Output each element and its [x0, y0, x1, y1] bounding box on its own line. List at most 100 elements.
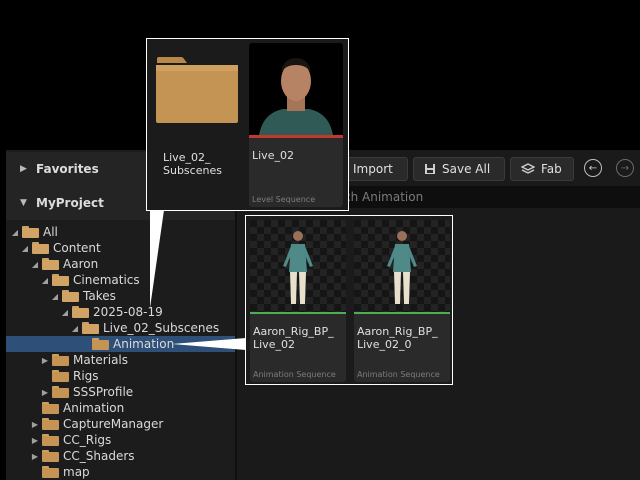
animation-type-bar	[354, 312, 450, 314]
fab-button[interactable]: Fab	[510, 157, 574, 181]
save-all-label: Save All	[442, 162, 491, 176]
tree-item-label: Takes	[83, 289, 116, 303]
chevron-down-icon[interactable]: ◢	[50, 292, 60, 301]
chevron-down-icon[interactable]: ◢	[60, 308, 70, 317]
folder-icon	[32, 242, 49, 254]
history-forward-button[interactable]: →	[616, 159, 634, 177]
save-icon	[425, 164, 435, 174]
tree-item-label: Content	[53, 241, 101, 255]
save-all-button[interactable]: Save All	[413, 157, 505, 181]
asset-tile-name-line1: Aaron_Rig_BP_	[357, 325, 438, 338]
asset-tile-live-02[interactable]: Live_02 Level Sequence	[249, 43, 343, 207]
folder-icon	[42, 466, 59, 478]
chevron-down-icon[interactable]: ◢	[40, 276, 50, 285]
folder-icon	[82, 322, 99, 334]
tree-item[interactable]: Rigs	[6, 368, 235, 384]
chevron-down-icon: ▼	[20, 198, 27, 208]
history-back-button[interactable]: ←	[584, 159, 602, 177]
tree-item[interactable]: ◢ Aaron	[6, 256, 235, 272]
project-label: MyProject	[36, 196, 104, 210]
chevron-right-icon[interactable]: ▶	[30, 452, 40, 461]
folder-icon	[62, 290, 79, 302]
tree-item[interactable]: ▶ SSSProfile	[6, 384, 235, 400]
folder-icon	[42, 418, 59, 430]
tree-item[interactable]: ▶ CC_Shaders	[6, 448, 235, 464]
folder-icon	[92, 338, 109, 350]
animation-thumbnail	[354, 220, 450, 312]
tree-item[interactable]: ◢ Content	[6, 240, 235, 256]
asset-tile-name: Aaron_Rig_BP_ Live_02	[253, 325, 334, 351]
asset-tile-name: Live_02	[252, 149, 294, 162]
chevron-down-icon[interactable]: ◢	[10, 228, 20, 237]
asset-tile-type: Animation Sequence	[253, 370, 336, 379]
arrow-left-icon: ←	[588, 162, 598, 174]
folder-icon	[22, 226, 39, 238]
tree-item-label: CC_Shaders	[63, 449, 135, 463]
tree-item-label: CC_Rigs	[63, 433, 112, 447]
tree-item[interactable]: map	[6, 464, 235, 480]
chevron-down-icon[interactable]: ◢	[30, 260, 40, 269]
tree-item[interactable]: ◢ All	[6, 224, 235, 240]
tree-item-label: Rigs	[73, 369, 99, 383]
fab-label: Fab	[541, 162, 562, 176]
tree-item[interactable]: ▶ CC_Rigs	[6, 432, 235, 448]
search-placeholder: ch Animation	[344, 190, 424, 204]
chevron-right-icon: ▶	[20, 164, 27, 174]
folder-preview-popup: Live_02_ Subscenes Live_02 Level Sequenc…	[146, 38, 349, 211]
folder-tree: ◢ All ◢ Content ◢ Aaron ◢ Cinematics ◢ Takes ◢ 2025…	[6, 222, 235, 480]
tree-item-label: CaptureManager	[63, 417, 164, 431]
asset-tile-name-line2: Live_02_0	[357, 338, 412, 351]
folder-tile-name-line1: Live_02_	[163, 151, 211, 164]
level-sequence-thumbnail	[249, 43, 343, 135]
asset-tile-type: Level Sequence	[252, 195, 316, 204]
asset-tile-name: Aaron_Rig_BP_ Live_02_0	[357, 325, 438, 351]
asset-tile-type: Animation Sequence	[357, 370, 440, 379]
tree-item-label: Live_02_Subscenes	[103, 321, 220, 335]
animation-thumbnail	[250, 220, 346, 312]
folder-icon	[52, 370, 69, 382]
character-figure-icon	[387, 231, 417, 304]
chevron-down-icon[interactable]: ◢	[70, 324, 80, 333]
asset-tile-aaron-rig-bp-live-02[interactable]: Aaron_Rig_BP_ Live_02 Animation Sequence	[250, 220, 346, 382]
tree-item[interactable]: ▶ Materials	[6, 352, 235, 368]
tree-item-label: 2025-08-19	[93, 305, 163, 319]
folder-icon	[42, 402, 59, 414]
tree-item[interactable]: Animation	[6, 400, 235, 416]
character-figure-icon	[283, 231, 313, 304]
folder-icon	[52, 354, 69, 366]
tree-item-label: Aaron	[63, 257, 99, 271]
asset-tile-name-line2: Live_02	[253, 338, 295, 351]
tree-item[interactable]: ▶ CaptureManager	[6, 416, 235, 432]
chevron-right-icon[interactable]: ▶	[40, 356, 50, 365]
tree-item-label: Animation	[63, 401, 125, 415]
tree-item-label: map	[63, 465, 90, 479]
tree-item-label: Cinematics	[73, 273, 140, 287]
tree-item[interactable]: ◢ Takes	[6, 288, 235, 304]
animation-type-bar	[250, 312, 346, 314]
fab-icon	[521, 163, 535, 174]
folder-tile-name-line2: Subscenes	[163, 164, 222, 177]
chevron-down-icon[interactable]: ◢	[20, 244, 30, 253]
folder-tile-name: Live_02_ Subscenes	[163, 151, 222, 177]
arrow-right-icon: →	[620, 162, 630, 174]
tree-item[interactable]: ◢ 2025-08-19	[6, 304, 235, 320]
folder-icon	[52, 274, 69, 286]
tree-item[interactable]: Animation	[6, 336, 235, 352]
favorites-label: Favorites	[36, 162, 99, 176]
tree-item[interactable]: ◢ Live_02_Subscenes	[6, 320, 235, 336]
folder-icon	[42, 450, 59, 462]
search-input[interactable]: ch Animation	[340, 186, 640, 208]
tree-item-label: Animation	[113, 337, 175, 351]
folder-icon	[42, 434, 59, 446]
person-portrait-icon	[259, 58, 333, 135]
folder-tile-live-02-subscenes[interactable]: Live_02_ Subscenes	[151, 43, 243, 207]
chevron-right-icon[interactable]: ▶	[30, 436, 40, 445]
level-sequence-type-bar	[249, 135, 343, 138]
tree-item[interactable]: ◢ Cinematics	[6, 272, 235, 288]
chevron-right-icon[interactable]: ▶	[40, 388, 50, 397]
asset-grid: Aaron_Rig_BP_ Live_02 Animation Sequence…	[245, 215, 453, 385]
asset-tile-aaron-rig-bp-live-02-0[interactable]: Aaron_Rig_BP_ Live_02_0 Animation Sequen…	[354, 220, 450, 382]
chevron-right-icon[interactable]: ▶	[30, 420, 40, 429]
tree-item-label: Materials	[73, 353, 129, 367]
asset-tile-name-line1: Aaron_Rig_BP_	[253, 325, 334, 338]
